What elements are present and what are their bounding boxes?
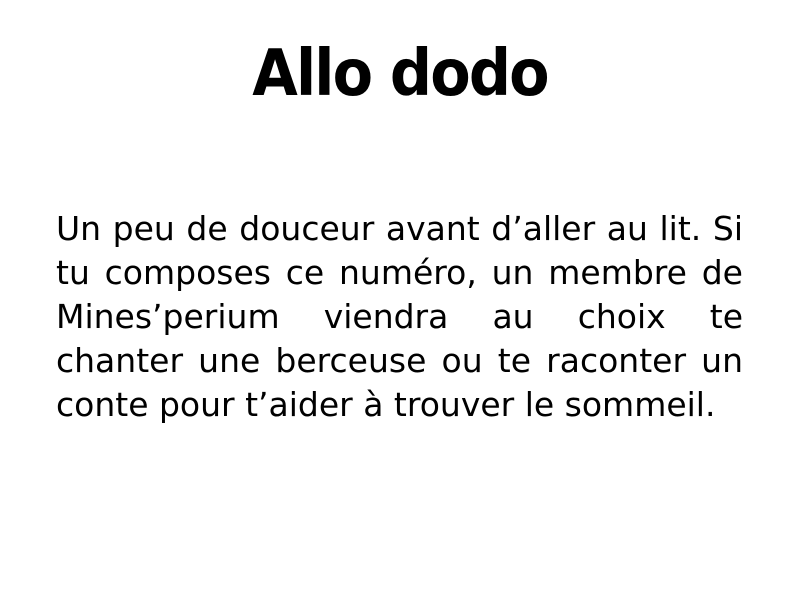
slide-body-text: Un peu de douceur avant d’aller au lit. … (56, 209, 743, 424)
slide-title: Allo dodo (252, 37, 549, 111)
slide: Allo dodo Un peu de douceur avant d’alle… (0, 0, 800, 600)
